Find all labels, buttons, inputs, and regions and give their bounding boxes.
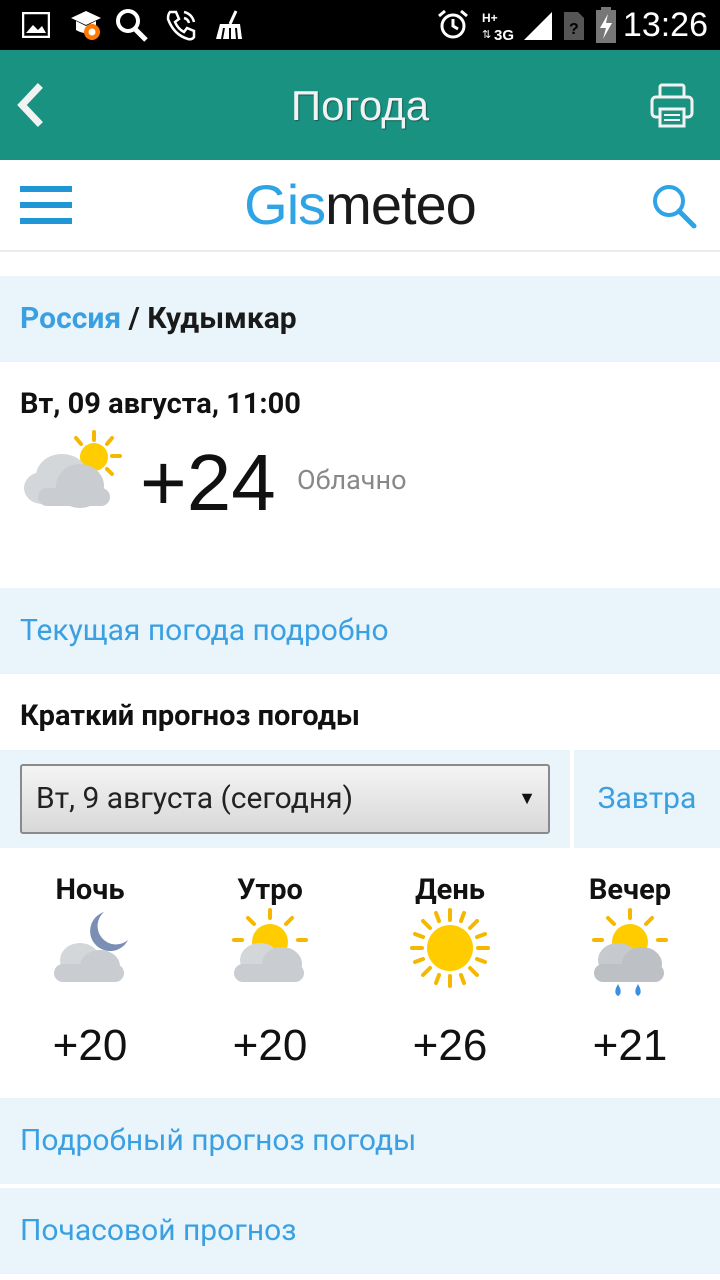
day-select-value: Вт, 9 августа (сегодня) (36, 781, 354, 816)
detailed-forecast-link[interactable]: Подробный прогноз погоды (0, 1098, 720, 1184)
logo-meteo: meteo (325, 173, 477, 236)
call-icon (164, 8, 198, 42)
period-label: Вечер (588, 873, 672, 907)
cloud-moon-icon (50, 908, 130, 988)
breadcrumb: Россия / Кудымкар (0, 276, 720, 362)
day-selector-row: Вт, 9 августа (сегодня) ▼ Завтра (0, 750, 720, 848)
printer-icon[interactable] (650, 82, 694, 130)
sun-icon (410, 908, 490, 988)
period-day: День +26 (360, 848, 540, 1098)
short-forecast-title: Краткий прогноз погоды (20, 699, 360, 733)
alarm-icon (436, 8, 470, 42)
period-temperature: +20 (232, 1021, 308, 1070)
cleaner-icon (212, 8, 246, 42)
period-morning: Утро +20 (180, 848, 360, 1098)
tomorrow-button[interactable]: Завтра (574, 750, 720, 848)
image-icon (22, 8, 50, 42)
battery-charging-icon (594, 7, 618, 43)
svg-text:⇅: ⇅ (482, 29, 491, 41)
signal-icon (522, 8, 554, 42)
breadcrumb-separator: / (128, 301, 140, 336)
search-icon[interactable] (650, 182, 698, 230)
svg-text:H+: H+ (482, 11, 498, 25)
partly-cloudy-sun-icon (22, 430, 126, 514)
app-bar: Погода (0, 50, 720, 160)
sim-unknown-icon: ? (562, 8, 586, 42)
forecast-periods: Ночь +20 Утро +20 День +26 Вечер +21 (0, 848, 720, 1098)
current-datetime: Вт, 09 августа, 11:00 (20, 387, 301, 421)
current-temperature: +24 (140, 438, 276, 527)
current-weather: Вт, 09 августа, 11:00 +24 Облачно (0, 362, 720, 588)
period-night: Ночь +20 (0, 848, 180, 1098)
status-bar: H+ ⇅ 3G ? 13:26 (0, 0, 720, 50)
network-type: 3G (494, 27, 514, 42)
cloud-sun-rain-icon (590, 908, 670, 996)
period-label: День (415, 873, 485, 907)
dropdown-caret-icon: ▼ (518, 788, 536, 809)
period-temperature: +21 (592, 1021, 668, 1070)
page-title: Погода (290, 82, 430, 129)
site-header: Gismeteo (0, 160, 720, 252)
app-notification-icon (68, 8, 104, 42)
period-label: Ночь (55, 873, 125, 907)
current-weather-detail-link[interactable]: Текущая погода подробно (0, 588, 720, 674)
day-select[interactable]: Вт, 9 августа (сегодня) ▼ (20, 764, 550, 834)
gismeteo-logo[interactable]: Gismeteo (0, 172, 720, 238)
breadcrumb-city: Кудымкар (147, 301, 297, 336)
hourly-forecast-link[interactable]: Почасовой прогноз (0, 1188, 720, 1274)
network-hplus-icon: H+ ⇅ 3G (480, 8, 524, 42)
logo-gis: Gis (244, 173, 326, 236)
period-temperature: +26 (412, 1021, 488, 1070)
period-temperature: +20 (52, 1021, 128, 1070)
period-evening: Вечер +21 (540, 848, 720, 1098)
svg-text:?: ? (569, 21, 579, 38)
period-label: Утро (237, 873, 303, 907)
breadcrumb-country-link[interactable]: Россия (20, 301, 121, 336)
cloud-sun-icon (230, 908, 310, 988)
clock: 13:26 (622, 6, 708, 44)
search-icon (114, 8, 150, 42)
current-condition: Облачно (297, 464, 407, 496)
